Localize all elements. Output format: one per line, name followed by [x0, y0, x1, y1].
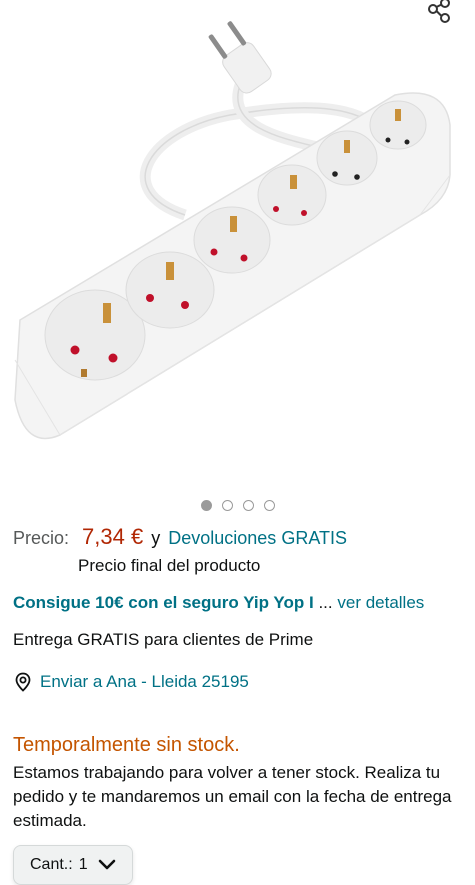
price-value: 7,34 € — [82, 524, 144, 549]
carousel-dot[interactable] — [200, 500, 212, 511]
insurance-promo: Consigue 10€ con el seguro Yip Yop I ...… — [13, 593, 424, 613]
delivery-info: Entrega GRATIS para clientes de Prime — [13, 630, 314, 649]
final-price-note: Precio final del producto — [78, 556, 261, 575]
stock-status-title: Temporalmente sin stock. — [13, 734, 240, 756]
location-pin-icon — [15, 672, 31, 692]
chevron-down-icon — [98, 859, 115, 870]
share-icon — [428, 0, 450, 23]
quantity-label: Cant.: — [30, 856, 73, 873]
stock-status-message: Estamos trabajando para volver a tener s… — [13, 763, 452, 830]
carousel-dot[interactable] — [242, 500, 254, 511]
quantity-value: 1 — [78, 856, 88, 873]
carousel-dots — [0, 500, 475, 511]
delivery-location-link[interactable]: Enviar a Ana - Lleida 25195 — [13, 672, 249, 692]
free-returns-link[interactable]: Devoluciones GRATIS — [168, 528, 347, 548]
quantity-dropdown[interactable]: Cant.: 1 — [13, 845, 133, 885]
price-conjunction: y — [151, 528, 161, 548]
carousel-dot[interactable] — [221, 500, 233, 511]
location-text: Enviar a Ana - Lleida 25195 — [40, 672, 249, 691]
share-button[interactable] — [420, 0, 454, 30]
price-label: Precio: — [13, 528, 70, 548]
product-image — [14, 21, 451, 440]
carousel-dot[interactable] — [263, 500, 275, 511]
product-image-gallery[interactable] — [0, 0, 475, 485]
insurance-link[interactable]: Consigue 10€ con el seguro Yip Yop I — [13, 593, 314, 612]
see-details-link[interactable]: ver detalles — [337, 593, 424, 612]
price-row: Precio: 7,34 € y Devoluciones GRATIS — [13, 524, 347, 550]
insurance-ellipsis: ... — [313, 593, 338, 612]
